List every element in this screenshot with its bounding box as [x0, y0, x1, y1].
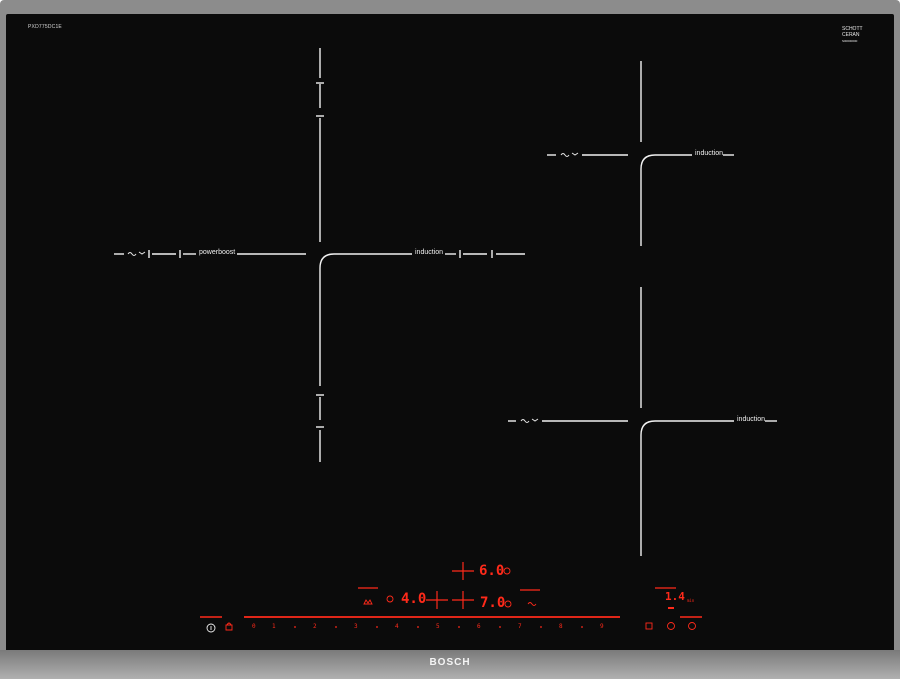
child-lock-icon [225, 622, 233, 631]
timer-display[interactable]: 1.4 [665, 590, 685, 603]
wave-icon [520, 418, 539, 423]
slider-number-8[interactable]: 8 [559, 623, 563, 630]
timer-icon [503, 567, 511, 575]
zone-markings [114, 48, 777, 633]
timer-icon [386, 595, 394, 603]
wave-icon [560, 152, 579, 157]
clock-icon [667, 622, 675, 630]
timer-icon [504, 600, 512, 608]
power-display-left[interactable]: 4.0 [401, 591, 426, 607]
slider-number-2[interactable]: 2 [313, 623, 317, 630]
schott-ceran-logo: SCHOTT CERAN S00000000 [842, 26, 863, 44]
zone-label-powerboost: powerboost [199, 249, 236, 256]
slider-number-7[interactable]: 7 [518, 623, 522, 630]
slider-number-6[interactable]: 6 [477, 623, 481, 630]
slider-number-9[interactable]: 9 [600, 623, 604, 630]
bosch-logo: BOSCH [429, 657, 471, 668]
timer-icon [688, 622, 696, 630]
slider-number-0[interactable]: 0 [252, 623, 256, 630]
settings-icon [645, 622, 653, 630]
zone-label-induction-bottom-right: induction [737, 416, 766, 423]
power-display-right[interactable]: 7.0 [480, 595, 505, 611]
model-number: PXD775DC1E [28, 24, 62, 30]
power-display-rear[interactable]: 6.0 [479, 563, 504, 579]
slider-number-3[interactable]: 3 [354, 623, 358, 630]
zone-label-induction-left: induction [415, 249, 444, 256]
slider-number-1[interactable]: 1 [272, 623, 276, 630]
slider-number-5[interactable]: 5 [436, 623, 440, 630]
slider-number-4[interactable]: 4 [395, 623, 399, 630]
timer-unit: min [687, 598, 695, 603]
wave-icon [127, 251, 146, 256]
zone-label-induction-top-right: induction [695, 150, 724, 157]
wave-icon [527, 602, 537, 606]
schott-code: S00000000 [842, 39, 858, 43]
crown-icon [363, 599, 373, 605]
